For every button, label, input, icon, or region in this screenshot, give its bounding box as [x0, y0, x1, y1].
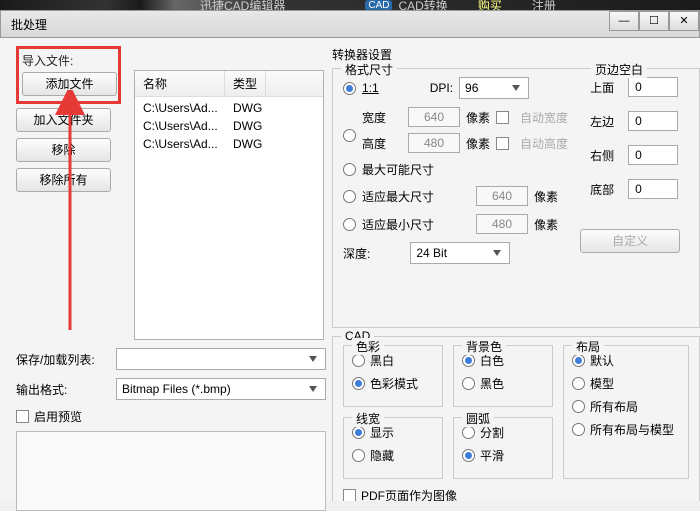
save-list-label: 保存/加载列表:	[16, 351, 116, 368]
ratio-label: 1:1	[362, 81, 379, 95]
highlight-annotation: 导入文件: 添加文件	[16, 46, 121, 104]
arc-group: 圆弧 分割 平滑	[453, 417, 553, 479]
bgcolor-group: 背景色 白色 黑色	[453, 345, 553, 407]
margin-left-input[interactable]: 0	[628, 111, 678, 131]
fit-max-input[interactable]: 640	[476, 186, 528, 206]
margin-top-input[interactable]: 0	[628, 77, 678, 97]
remove-all-button[interactable]: 移除所有	[16, 168, 111, 192]
fit-min-input[interactable]: 480	[476, 214, 528, 234]
dpi-label: DPI:	[430, 81, 453, 95]
table-row[interactable]: C:\Users\Ad...DWG	[135, 135, 323, 153]
import-file-label: 导入文件:	[22, 52, 115, 69]
bw-radio[interactable]	[352, 354, 365, 367]
fit-min-label: 适应最小尺寸	[362, 216, 434, 233]
enable-preview-checkbox[interactable]	[16, 410, 29, 423]
output-format-label: 输出格式:	[16, 381, 116, 398]
format-size-legend: 格式尺寸	[341, 61, 397, 78]
save-list-combo[interactable]	[116, 348, 326, 370]
show-radio[interactable]	[352, 426, 365, 439]
cad-badge: CAD	[365, 0, 392, 11]
split-radio[interactable]	[462, 426, 475, 439]
margin-bottom-label: 底部	[590, 181, 618, 198]
minimize-button[interactable]: —	[609, 11, 639, 31]
maximize-button[interactable]: ☐	[639, 11, 669, 31]
dpi-combo[interactable]: 96	[459, 77, 529, 99]
hide-radio[interactable]	[352, 449, 365, 462]
table-row[interactable]: C:\Users\Ad...DWG	[135, 99, 323, 117]
pdf-as-image-checkbox[interactable]	[343, 489, 356, 501]
auto-width-label: 自动宽度	[520, 109, 568, 126]
max-possible-radio[interactable]	[343, 163, 356, 176]
colormode-radio[interactable]	[352, 377, 365, 390]
black-radio[interactable]	[462, 377, 475, 390]
custom-button[interactable]: 自定义	[580, 229, 680, 253]
output-format-combo[interactable]: Bitmap Files (*.bmp)	[116, 378, 326, 400]
cad-group: CAD 色彩 黑白 色彩模式 线宽 显示 隐藏 背景色	[332, 336, 700, 501]
wh-radio[interactable]	[343, 129, 356, 142]
pixel-label: 像素	[466, 109, 490, 126]
margin-right-input[interactable]: 0	[628, 145, 678, 165]
pixel-label: 像素	[534, 188, 558, 205]
enable-preview-label: 启用预览	[34, 408, 82, 425]
depth-label: 深度:	[343, 245, 370, 262]
auto-height-label: 自动高度	[520, 135, 568, 152]
color-group: 色彩 黑白 色彩模式	[343, 345, 443, 407]
add-folder-button[interactable]: 加入文件夹	[16, 108, 111, 132]
parent-titlebar: 迅捷CAD编辑器 CAD CAD转换 购买 注册	[0, 0, 700, 10]
chevron-down-icon[interactable]	[306, 352, 320, 366]
layout-group: 布局 默认 模型 所有布局 所有布局与模型	[563, 345, 689, 479]
page-margin-legend: 页边空白	[591, 61, 647, 78]
col-type[interactable]: 类型	[225, 71, 266, 96]
col-name[interactable]: 名称	[135, 71, 225, 96]
smooth-radio[interactable]	[462, 449, 475, 462]
pixel-label: 像素	[466, 135, 490, 152]
fit-min-radio[interactable]	[343, 218, 356, 231]
file-list[interactable]: 名称 类型 C:\Users\Ad...DWG C:\Users\Ad...DW…	[134, 70, 324, 340]
file-list-header[interactable]: 名称 类型	[135, 71, 323, 97]
remove-button[interactable]: 移除	[16, 138, 111, 162]
format-size-group: 格式尺寸 页边空白 1:1 DPI: 96	[332, 68, 700, 328]
add-file-button[interactable]: 添加文件	[22, 72, 117, 96]
fit-max-radio[interactable]	[343, 190, 356, 203]
all-layout-radio[interactable]	[572, 400, 585, 413]
margin-top-label: 上面	[590, 79, 618, 96]
depth-value: 24 Bit	[416, 246, 447, 260]
window-titlebar: 批处理 — ☐ ✕	[0, 10, 700, 38]
preview-area	[16, 431, 326, 511]
auto-width-checkbox[interactable]	[496, 111, 509, 124]
width-input[interactable]: 640	[408, 107, 460, 127]
pixel-label: 像素	[534, 216, 558, 233]
window-title: 批处理	[11, 16, 47, 33]
output-format-value: Bitmap Files (*.bmp)	[122, 382, 231, 396]
margins-group: 上面0 左边0 右侧0 底部0 自定义	[590, 77, 689, 264]
ratio-radio[interactable]	[343, 82, 356, 95]
dpi-value: 96	[465, 81, 478, 95]
table-row[interactable]: C:\Users\Ad...DWG	[135, 117, 323, 135]
close-button[interactable]: ✕	[669, 11, 699, 31]
chevron-down-icon[interactable]	[509, 81, 523, 95]
height-label: 高度	[362, 135, 386, 152]
all-layout-model-radio[interactable]	[572, 423, 585, 436]
chevron-down-icon[interactable]	[490, 246, 504, 260]
auto-height-checkbox[interactable]	[496, 137, 509, 150]
fit-max-label: 适应最大尺寸	[362, 188, 434, 205]
pdf-as-image-label: PDF页面作为图像	[361, 487, 457, 501]
chevron-down-icon[interactable]	[306, 382, 320, 396]
margin-right-label: 右侧	[590, 147, 618, 164]
white-radio[interactable]	[462, 354, 475, 367]
margin-bottom-input[interactable]: 0	[628, 179, 678, 199]
width-label: 宽度	[362, 109, 386, 126]
height-input[interactable]: 480	[408, 133, 460, 153]
margin-left-label: 左边	[590, 113, 618, 130]
default-radio[interactable]	[572, 354, 585, 367]
linewidth-group: 线宽 显示 隐藏	[343, 417, 443, 479]
model-radio[interactable]	[572, 377, 585, 390]
max-possible-label: 最大可能尺寸	[362, 161, 434, 178]
depth-combo[interactable]: 24 Bit	[410, 242, 510, 264]
